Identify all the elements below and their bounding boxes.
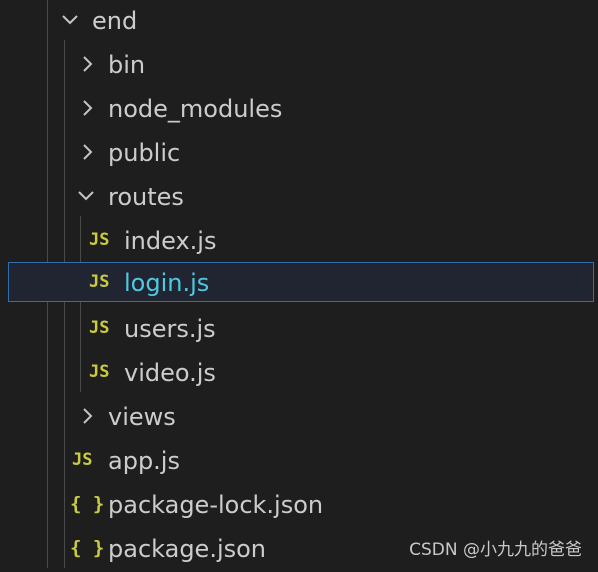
chevron-right-icon [78,396,98,440]
javascript-file-icon: JS [89,272,110,292]
tree-item-label: views [108,403,176,431]
tree-item-node-modules-folder[interactable]: node_modules [0,88,598,132]
tree-item-index-js[interactable]: JS index.js [0,220,598,264]
chevron-right-icon [78,44,98,88]
tree-item-views-folder[interactable]: views [0,396,598,440]
chevron-down-icon [76,176,96,220]
javascript-file-icon: JS [89,230,110,250]
javascript-file-icon: JS [89,362,110,382]
tree-item-label: routes [108,183,184,211]
chevron-down-icon [60,0,80,44]
json-file-icon: { } [70,537,105,559]
json-file-icon: { } [70,493,105,515]
tree-item-bin-folder[interactable]: bin [0,44,598,88]
tree-item-label: node_modules [108,95,283,123]
tree-item-public-folder[interactable]: public [0,132,598,176]
javascript-file-icon: JS [72,450,93,470]
tree-item-label: video.js [124,359,216,387]
chevron-right-icon [78,132,98,176]
tree-item-label: app.js [108,447,180,475]
tree-item-label: bin [108,51,146,79]
tree-item-package-lock-json[interactable]: { } package-lock.json [0,484,598,528]
javascript-file-icon: JS [89,318,110,338]
tree-item-label: index.js [124,227,217,255]
tree-item-label: end [92,7,138,35]
tree-item-app-js[interactable]: JS app.js [0,440,598,484]
csdn-watermark: CSDN @小九九的爸爸 [409,540,582,560]
tree-item-label: package-lock.json [108,491,324,519]
tree-item-end-folder[interactable]: end [0,0,598,44]
tree-item-login-js[interactable]: JS login.js [8,262,594,302]
chevron-right-icon [78,88,98,132]
tree-item-label: login.js [124,269,210,297]
tree-item-video-js[interactable]: JS video.js [0,352,598,396]
tree-item-label: public [108,139,181,167]
tree-item-label: users.js [124,315,216,343]
tree-item-routes-folder[interactable]: routes [0,176,598,220]
tree-item-label: package.json [108,535,267,563]
tree-item-users-js[interactable]: JS users.js [0,308,598,352]
file-explorer-tree: end bin node_modules public routes JS in… [0,0,598,568]
